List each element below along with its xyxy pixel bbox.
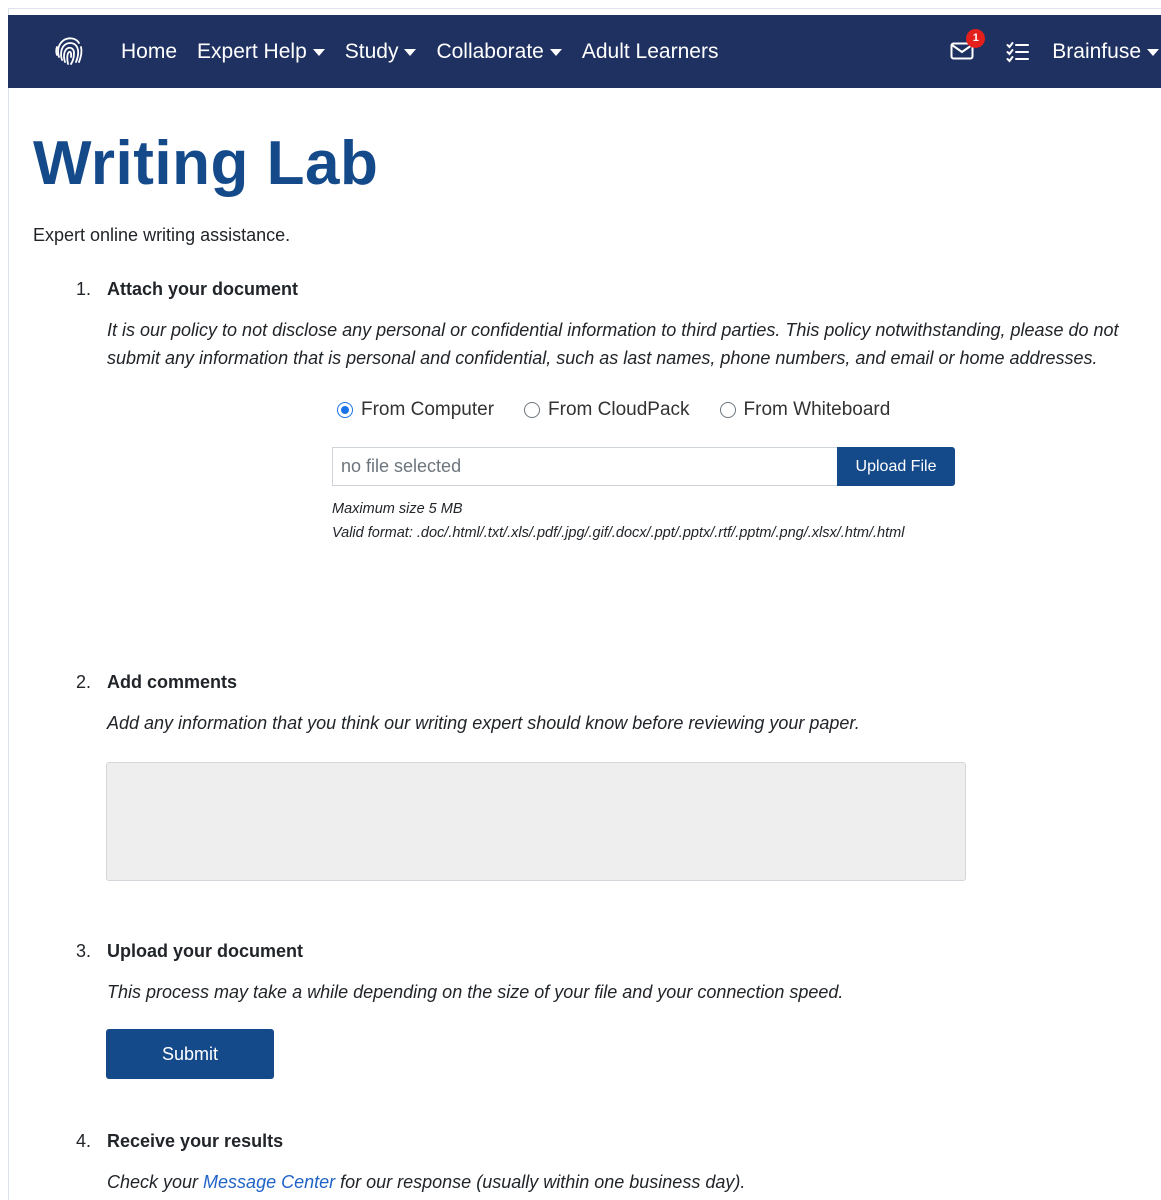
step-receive-results: 4. Receive your results Check your Messa… [76,1131,1156,1200]
nav-home[interactable]: Home [111,40,187,64]
comments-textarea[interactable] [106,762,966,881]
nav-expert-help-label: Expert Help [197,39,307,63]
step-title: Receive your results [107,1131,284,1151]
desc-suffix: for our response (usually within one bus… [335,1172,746,1192]
user-menu-dropdown[interactable]: Brainfuse [1052,40,1161,64]
nav-expert-help[interactable]: Expert Help [187,40,335,64]
nav-collaborate-label: Collaborate [436,39,544,63]
radio-unchecked-icon[interactable] [524,402,541,418]
radio-from-cloudpack[interactable]: From CloudPack [524,399,690,421]
step-title: Attach your document [107,279,299,299]
radio-checked-icon[interactable] [337,402,353,418]
top-navbar: Home Expert Help Study Collaborate Adult… [8,15,1161,88]
nav-adult-learners-label: Adult Learners [581,39,719,63]
desc-prefix: Check your [107,1172,204,1192]
step-title: Upload your document [107,941,304,961]
mail-button[interactable]: 1 [950,28,986,63]
step-description: Check your Message Center for our respon… [107,1168,1157,1196]
radio-from-whiteboard[interactable]: From Whiteboard [719,399,891,421]
source-radio-group: From Computer From CloudPack From Whiteb… [337,399,920,421]
step-number: 4. [76,1131,92,1151]
step-number: 2. [76,672,92,692]
notification-badge: 1 [966,28,986,48]
radio-label: From Computer [361,399,495,420]
user-menu-label: Brainfuse [1052,39,1141,63]
nav-adult-learners[interactable]: Adult Learners [572,40,729,64]
file-name-field[interactable]: no file selected [332,447,837,486]
step-attach-document: 1. Attach your document It is our policy… [76,279,1156,379]
step-title: Add comments [107,672,238,692]
step-description: It is our policy to not disclose any per… [107,320,1119,368]
file-requirements: Maximum size 5 MB Valid format: .doc/.ht… [332,497,942,545]
caret-down-icon [1147,49,1159,56]
step-upload-document: 3. Upload your document This process may… [76,941,1156,1011]
submit-button[interactable]: Submit [106,1029,274,1079]
file-picker: no file selected Upload File [332,447,955,486]
nav-study-label: Study [344,39,399,63]
nav-collaborate[interactable]: Collaborate [426,40,571,64]
valid-format-note: Valid format: .doc/.html/.txt/.xls/.pdf/… [332,525,905,541]
max-size-note: Maximum size 5 MB [332,501,463,517]
caret-down-icon [312,49,325,56]
nav-right-tools: 1 Brainfuse [950,15,1161,88]
step-number: 1. [76,279,92,299]
radio-label: From Whiteboard [743,399,891,420]
upload-file-button[interactable]: Upload File [837,447,955,486]
step-number: 3. [76,941,92,961]
caret-down-icon [549,49,562,56]
nav-study[interactable]: Study [335,40,427,64]
radio-label: From CloudPack [548,399,690,420]
step-description: Add any information that you think our w… [107,713,860,733]
page-subtitle: Expert online writing assistance. [33,225,291,245]
caret-down-icon [404,49,417,56]
fingerprint-logo-icon[interactable] [54,35,84,67]
message-center-link[interactable]: Message Center [203,1172,335,1192]
step-description: This process may take a while depending … [107,982,844,1002]
radio-from-computer[interactable]: From Computer [337,399,494,421]
nav-home-label: Home [121,39,178,63]
task-list-icon[interactable] [1006,41,1030,63]
page-title: Writing Lab [33,129,379,198]
step-add-comments: 2. Add comments Add any information that… [76,672,1156,742]
main-nav-menu: Home Expert Help Study Collaborate Adult… [111,15,728,88]
radio-unchecked-icon[interactable] [719,402,736,418]
